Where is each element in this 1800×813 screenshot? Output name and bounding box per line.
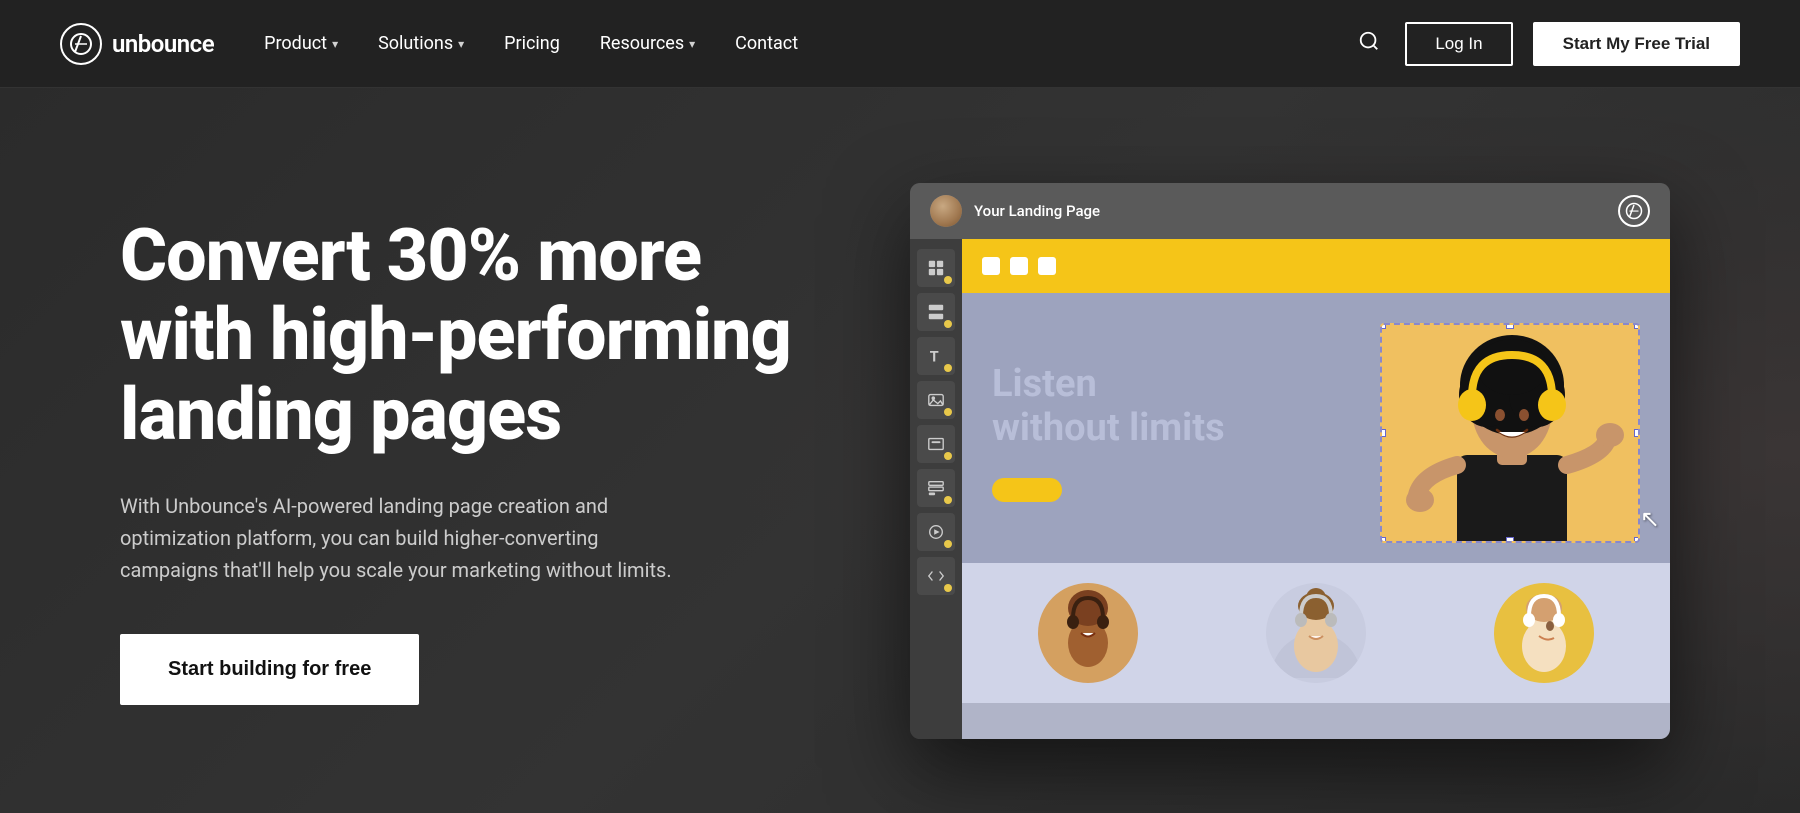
canvas-image-box <box>1380 323 1640 543</box>
canvas-main: Listen without limits <box>962 293 1670 563</box>
hero-subtext: With Unbounce's AI-powered landing page … <box>120 490 700 586</box>
handle-tr <box>1634 323 1640 329</box>
canvas-cta-button[interactable] <box>992 478 1062 502</box>
topbar-dot-3 <box>1038 257 1056 275</box>
editor-title-left: Your Landing Page <box>930 195 1100 227</box>
person-image <box>1382 325 1640 543</box>
handle-bm <box>1506 537 1514 543</box>
topbar-dot-1 <box>982 257 1000 275</box>
nav-solutions[interactable]: Solutions ▾ <box>378 33 464 54</box>
canvas-topbar <box>962 239 1670 293</box>
chevron-down-icon: ▾ <box>689 37 695 51</box>
chevron-down-icon: ▾ <box>458 37 464 51</box>
cursor-icon: ↖ <box>1640 505 1660 533</box>
editor-canvas: Listen without limits <box>962 239 1670 739</box>
svg-text:T: T <box>930 348 939 365</box>
handle-bl <box>1380 537 1386 543</box>
tool-layout[interactable] <box>917 249 955 287</box>
editor-page-title: Your Landing Page <box>974 202 1100 220</box>
handle-br <box>1634 537 1640 543</box>
tool-form[interactable] <box>917 469 955 507</box>
trial-button[interactable]: Start My Free Trial <box>1533 22 1740 66</box>
tool-embed[interactable] <box>917 425 955 463</box>
canvas-headline: Listen without limits <box>992 363 1360 450</box>
editor-window: Your Landing Page <box>910 183 1670 739</box>
logo-link[interactable]: unbounce <box>60 23 214 65</box>
canvas-text-area: Listen without limits <box>992 363 1360 501</box>
tool-text[interactable]: T <box>917 337 955 375</box>
nav-contact[interactable]: Contact <box>735 33 798 54</box>
editor-toolbar: T <box>910 239 962 739</box>
tool-code[interactable] <box>917 557 955 595</box>
cta-button[interactable]: Start building for free <box>120 634 419 705</box>
search-button[interactable] <box>1353 25 1385 63</box>
navigation: unbounce Product ▾ Solutions ▾ Pricing R… <box>0 0 1800 88</box>
tool-image[interactable] <box>917 381 955 419</box>
nav-pricing[interactable]: Pricing <box>504 33 560 54</box>
chevron-down-icon: ▾ <box>332 37 338 51</box>
hero-section: Convert 30% morewith high-performingland… <box>0 88 1800 813</box>
login-button[interactable]: Log In <box>1405 22 1512 66</box>
handle-lm <box>1380 429 1386 437</box>
nav-links: Product ▾ Solutions ▾ Pricing Resources … <box>264 33 1353 54</box>
nav-product[interactable]: Product ▾ <box>264 33 338 54</box>
canvas-testimonials <box>962 563 1670 703</box>
tool-video[interactable] <box>917 513 955 551</box>
topbar-dot-2 <box>1010 257 1028 275</box>
handle-tl <box>1380 323 1386 329</box>
logo-text: unbounce <box>112 30 214 58</box>
editor-avatar <box>930 195 962 227</box>
handle-tm <box>1506 323 1514 329</box>
logo-icon <box>60 23 102 65</box>
nav-actions: Log In Start My Free Trial <box>1353 22 1740 66</box>
editor-titlebar: Your Landing Page <box>910 183 1670 239</box>
handle-rm <box>1634 429 1640 437</box>
editor-body: T <box>910 239 1670 739</box>
tool-section[interactable] <box>917 293 955 331</box>
testimonial-2 <box>1266 583 1366 683</box>
hero-content: Convert 30% morewith high-performingland… <box>120 216 820 705</box>
editor-logo-badge <box>1618 195 1650 227</box>
testimonial-1 <box>1038 583 1138 683</box>
nav-resources[interactable]: Resources ▾ <box>600 33 695 54</box>
testimonial-3 <box>1494 583 1594 683</box>
hero-heading: Convert 30% morewith high-performingland… <box>120 216 820 454</box>
editor-preview: Your Landing Page <box>820 183 1700 739</box>
